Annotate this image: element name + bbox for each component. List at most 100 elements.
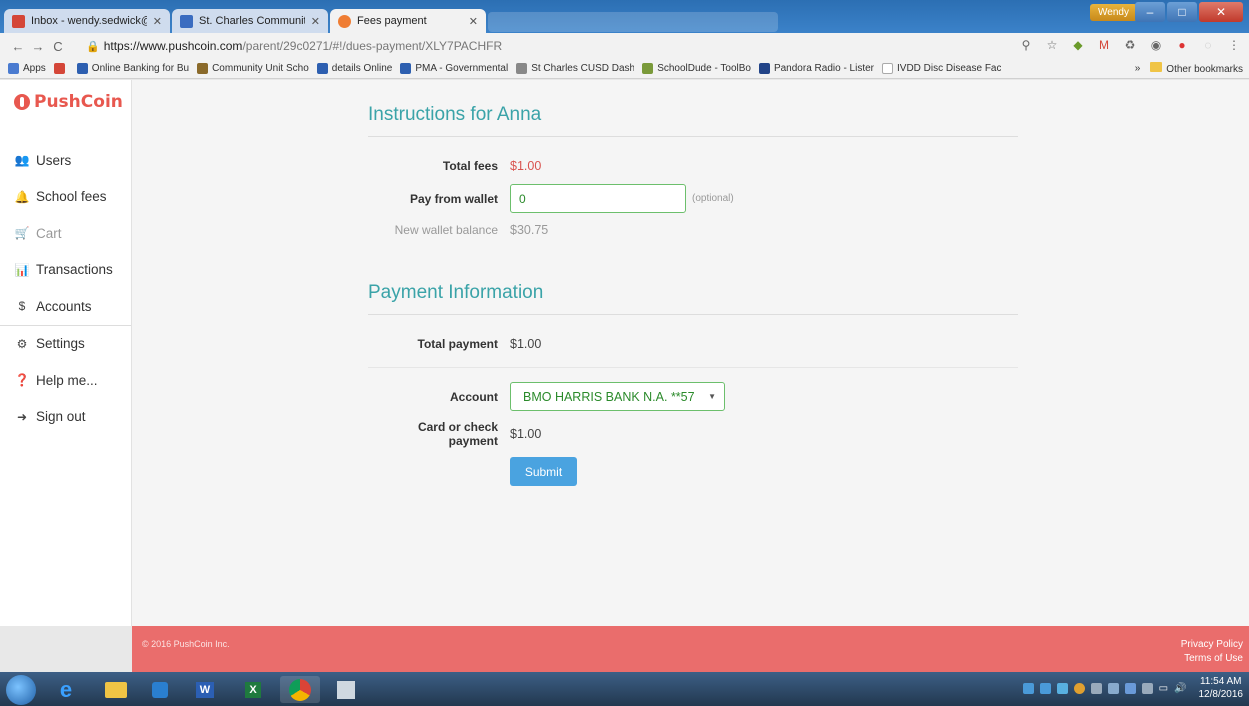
tab-title: St. Charles Community U [199,15,305,27]
adblock-icon[interactable]: ● [1175,38,1189,52]
app-icon[interactable] [326,676,366,703]
bookmark-ivdd[interactable]: IVDD Disc Disease Fac [882,63,1001,74]
window-controls: – □ ✕ [1135,2,1243,22]
bookmark-gmail[interactable] [53,63,69,74]
pushcoin-logo[interactable]: PushCoin [14,92,123,112]
sidebar-item-settings[interactable]: ⚙ Settings [0,326,131,363]
cart-icon: 🛒 [14,226,30,241]
tray-icon[interactable] [1107,682,1119,694]
bookmark-online-banking[interactable]: Online Banking for Bu [76,63,190,74]
sidebar-item-users[interactable]: 👥 Users [0,142,131,179]
account-select[interactable]: BMO HARRIS BANK N.A. **57 ▼ [510,382,725,411]
bookmark-label: IVDD Disc Disease Fac [897,63,1002,74]
sidebar-item-cart[interactable]: 🛒 Cart [0,215,131,252]
pushcoin-favicon-icon [338,14,351,28]
chevron-down-icon: ▼ [708,392,716,401]
extension-icon[interactable]: ◆ [1071,38,1085,52]
close-window-icon[interactable]: ✕ [1199,2,1243,22]
word-icon[interactable]: W [185,676,225,703]
extension-icon[interactable]: ◌ [1201,38,1215,52]
sidebar-item-help[interactable]: ❓ Help me... [0,362,131,399]
sidebar-item-label: Help me... [36,372,98,388]
menu-icon[interactable]: ⋮ [1227,38,1241,52]
sidebar-item-label: Accounts [36,298,92,314]
submit-button[interactable]: Submit [510,457,577,486]
close-icon[interactable]: ✕ [469,15,478,28]
reload-icon[interactable]: C [48,39,68,54]
bookmark-details-online[interactable]: details Online [316,63,392,74]
star-icon[interactable]: ☆ [1045,38,1059,52]
new-tab-button[interactable] [488,12,778,32]
tray-icon[interactable] [1056,682,1068,694]
bell-icon: 🔔 [14,189,30,204]
copyright-text: © 2016 PushCoin Inc. [142,639,230,649]
excel-icon[interactable]: X [233,676,273,703]
profile-name: Wendy [1098,7,1129,18]
card-payment-row: Card or check payment $1.00 [368,420,541,448]
schooldude-icon [642,63,654,74]
key-icon[interactable]: ⚲ [1019,38,1033,52]
tab-inbox[interactable]: Inbox - wendy.sedwick@ ✕ [4,9,170,33]
url-path: /parent/29c0271/#!/dues-payment/XLY7PACH… [242,39,503,53]
other-bookmarks[interactable]: Other bookmarks [1150,62,1243,75]
sidebar-item-accounts[interactable]: $ Accounts [0,288,131,325]
tray-icon[interactable] [1090,682,1102,694]
back-icon[interactable]: ← [8,39,28,54]
close-icon[interactable]: ✕ [311,15,320,28]
tray-icon[interactable] [1022,682,1034,694]
tray-icon[interactable] [1124,682,1136,694]
recycle-icon[interactable]: ♻ [1123,38,1137,52]
media-player-icon[interactable] [140,676,180,703]
bookmarks-bar: Apps Online Banking for Bu Community Uni… [0,59,1249,79]
pandora-icon [758,63,770,74]
total-payment-label: Total payment [417,337,498,351]
more-bookmarks-button[interactable]: » [1135,63,1141,74]
profile-button[interactable]: Wendy [1090,4,1137,21]
internet-explorer-icon[interactable]: e [46,676,86,703]
card-payment-label: Card or check payment [417,420,498,448]
tab-st-charles[interactable]: St. Charles Community U ✕ [172,9,328,33]
bookmark-pma[interactable]: PMA - Governmental [400,63,508,74]
clock[interactable]: 11:54 AM 12/8/2016 [1199,675,1244,701]
privacy-policy-link[interactable]: Privacy Policy [1181,638,1243,652]
minimize-icon[interactable]: – [1135,2,1165,22]
sidebar-item-transactions[interactable]: 📊 Transactions [0,252,131,289]
wallet-label: Pay from wallet [409,191,498,206]
pay-from-wallet-input[interactable] [510,184,686,213]
network-icon[interactable]: ▭ [1159,683,1168,694]
sidebar-item-sign-out[interactable]: ➜ Sign out [0,399,131,436]
bookmark-schooldude[interactable]: SchoolDude - ToolBo [642,63,751,74]
gmail-extension-icon[interactable]: M [1097,38,1111,52]
account-selected-value: BMO HARRIS BANK N.A. **57 [523,389,695,404]
forward-icon[interactable]: → [28,39,48,54]
bookmark-pandora[interactable]: Pandora Radio - Lister [758,63,874,74]
bookmark-cusd-dash[interactable]: St Charles CUSD Dash [516,63,634,74]
tray-icon[interactable] [1073,682,1085,694]
terms-of-use-link[interactable]: Terms of Use [1181,652,1243,666]
start-button[interactable] [6,675,36,705]
dollar-icon: $ [18,299,26,314]
bookmark-apps[interactable]: Apps [8,63,46,74]
gear-icon: ⚙ [16,336,28,351]
tray-icon[interactable] [1039,682,1051,694]
sidebar-item-school-fees[interactable]: 🔔 School fees [0,179,131,216]
tab-fees-payment[interactable]: Fees payment ✕ [330,9,486,33]
file-explorer-icon[interactable] [96,676,136,703]
bookmark-label: St Charles CUSD Dash [531,63,635,74]
maximize-icon[interactable]: □ [1167,2,1197,22]
sign-out-icon: ➜ [16,409,28,424]
bookmark-community-unit[interactable]: Community Unit Scho [197,63,309,74]
extension-icon[interactable]: ◉ [1149,38,1163,52]
bookmark-label: SchoolDude - ToolBo [657,63,751,74]
close-icon[interactable]: ✕ [153,15,162,28]
sidebar-item-label: Settings [36,336,85,352]
other-bookmarks-label: Other bookmarks [1166,64,1243,75]
chrome-icon[interactable] [280,676,320,703]
volume-icon[interactable]: 🔊 [1174,683,1186,694]
dashboard-icon [516,63,528,74]
sidebar-item-label: Sign out [36,409,86,425]
school-icon [197,63,209,74]
bookmark-label: Online Banking for Bu [91,63,190,74]
tray-icon[interactable] [1141,682,1153,694]
url-input[interactable]: 🔒 https://www.pushcoin.com/parent/29c027… [86,37,1036,55]
